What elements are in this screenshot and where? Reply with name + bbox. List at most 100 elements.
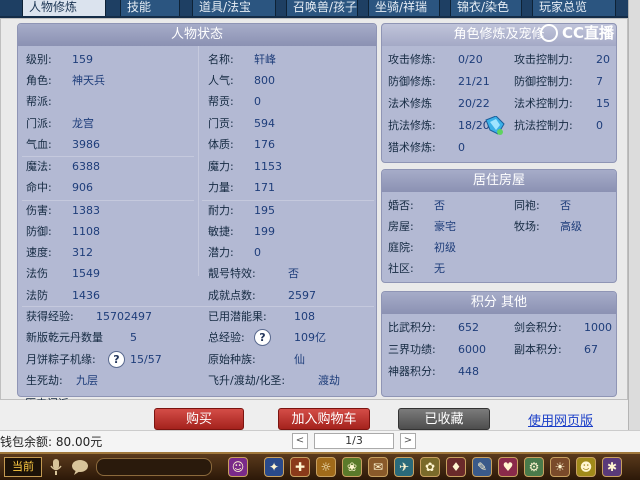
tab-items[interactable]: 道具/法宝: [192, 0, 276, 16]
stat-row: 潜力: 0: [208, 243, 261, 263]
stat-value: 906: [72, 181, 93, 194]
cultivation-label: 防御修炼:: [388, 75, 436, 88]
help-icon[interactable]: ?: [254, 329, 271, 346]
friend-icon[interactable]: ❀: [342, 457, 362, 477]
stat-label: 角色:: [26, 74, 52, 87]
stat-value: 2597: [288, 289, 316, 302]
cultivation-box: 角色修炼及宠修 攻击修炼: 0/20 攻击控制力: 20 防御修炼: 21/21 防御…: [381, 23, 617, 163]
stat-label: 法伤: [26, 267, 48, 280]
current-channel-button[interactable]: 当前: [4, 457, 42, 477]
shop-icon[interactable]: ☀: [550, 457, 570, 477]
mail-icon[interactable]: ✎: [472, 457, 492, 477]
collected-button[interactable]: 已收藏: [398, 408, 490, 430]
housing-value: 无: [434, 262, 445, 275]
stat-value: 195: [254, 204, 275, 217]
gem-icon: [485, 116, 505, 135]
stat-label: 速度:: [26, 246, 52, 259]
points-label: 神器积分:: [388, 365, 436, 378]
pet-icon[interactable]: ☺: [228, 457, 248, 477]
stat-value: 轩峰: [254, 53, 276, 66]
housing-label: 社区:: [388, 262, 414, 275]
race-value: 仙: [294, 353, 305, 366]
bag-icon[interactable]: ✚: [290, 457, 310, 477]
buy-button[interactable]: 购买: [154, 408, 244, 430]
stat-row: 气血: 3986: [26, 135, 100, 155]
wallet-balance: 钱包余额: 80.00元: [0, 435, 103, 449]
control-label: 攻击控制力:: [514, 53, 573, 66]
stat-row: 魔法: 6388: [26, 157, 100, 177]
control-row: 攻击控制力: 20: [514, 50, 610, 70]
points-box: 积分 其他 比武积分: 652 剑会积分: 1000 三界功绩: 6000 副本积分:…: [381, 291, 617, 397]
stat-row: 帮派:: [26, 92, 52, 112]
stat-row: 命中: 906: [26, 178, 93, 198]
skill-icon[interactable]: ✦: [264, 457, 284, 477]
control-value: 15: [596, 97, 610, 110]
stat-value: 龙宫: [72, 117, 94, 130]
cultivation-value: 20/22: [458, 97, 490, 110]
map-icon[interactable]: ✈: [394, 457, 414, 477]
qiankun-row: 新版乾元丹数量 5: [26, 328, 137, 348]
housing-row: 同袍: 否: [514, 196, 571, 216]
housing-value: 高级: [560, 220, 582, 233]
mooncake-row: 月饼粽子机缘:? 15/57: [26, 350, 162, 370]
tab-outfits[interactable]: 锦衣/染色: [450, 0, 522, 16]
control-value: 7: [596, 75, 603, 88]
help-icon[interactable]: ?: [108, 351, 125, 368]
housing-label: 婚否:: [388, 199, 414, 212]
used-potential-label: 已用潜能果:: [208, 310, 267, 323]
exp-row: 获得经验: 15702497: [26, 307, 152, 327]
team-icon[interactable]: ☼: [316, 457, 336, 477]
gift-icon[interactable]: ✿: [420, 457, 440, 477]
points-value: 652: [458, 321, 479, 334]
chat-input[interactable]: [96, 458, 212, 476]
trade-icon[interactable]: ♦: [446, 457, 466, 477]
tab-character-cultivation[interactable]: 人物修炼: [22, 0, 106, 16]
face-icon[interactable]: ☻: [576, 457, 596, 477]
stat-label: 门贡:: [208, 117, 234, 130]
stat-label: 体质:: [208, 138, 234, 151]
tab-label: 召唤兽/孩子: [293, 0, 358, 14]
cultivation-label: 抗法修炼:: [388, 119, 436, 132]
cultivation-value: 0/20: [458, 53, 483, 66]
watermark-text: CC直播: [562, 24, 615, 42]
tab-mounts[interactable]: 坐骑/祥瑞: [368, 0, 440, 16]
settings-icon[interactable]: ✱: [602, 457, 622, 477]
stat-row: 人气: 800: [208, 71, 275, 91]
stat-value: 171: [254, 181, 275, 194]
tab-pets[interactable]: 召唤兽/孩子: [286, 0, 358, 16]
next-page-button[interactable]: >: [400, 433, 416, 449]
stat-value: 0: [254, 95, 261, 108]
prev-page-button[interactable]: <: [292, 433, 308, 449]
scrollbar[interactable]: [628, 0, 640, 436]
add-to-cart-button[interactable]: 加入购物车: [278, 408, 370, 430]
column-divider: [198, 46, 199, 276]
points-value: 448: [458, 365, 479, 378]
points-row: 副本积分: 67: [514, 340, 598, 360]
stat-label: 耐力:: [208, 204, 234, 217]
housing-value: 否: [560, 199, 571, 212]
total-exp-row: 总经验:? 109亿: [208, 328, 326, 348]
system-icon[interactable]: ⚙: [524, 457, 544, 477]
chat-icon[interactable]: [70, 458, 90, 476]
stat-row: 伤害: 1383: [26, 201, 100, 221]
web-version-link[interactable]: 使用网页版: [528, 410, 593, 429]
ascend-label: 飞升/渡劫/化圣:: [208, 374, 286, 387]
microphone-icon[interactable]: [48, 458, 64, 476]
tab-skills[interactable]: 技能: [120, 0, 180, 16]
points-row: 剑会积分: 1000: [514, 318, 612, 338]
stat-label: 成就点数:: [208, 289, 256, 302]
tab-overview[interactable]: 玩家总览: [532, 0, 616, 16]
housing-row: 房屋: 豪宅: [388, 217, 456, 237]
stat-row: 级别: 159: [26, 50, 93, 70]
used-potential-row: 已用潜能果: 108: [208, 307, 315, 327]
pagination: < 1/3 >: [290, 433, 490, 449]
stat-value: 1108: [72, 225, 100, 238]
stat-row: 角色: 神天兵: [26, 71, 105, 91]
housing-row: 婚否: 否: [388, 196, 445, 216]
tab-label: 锦衣/染色: [457, 0, 510, 14]
cultivation-row: 防御修炼: 21/21: [388, 72, 490, 92]
activity-icon[interactable]: ♥: [498, 457, 518, 477]
housing-value: 豪宅: [434, 220, 456, 233]
quest-icon[interactable]: ✉: [368, 457, 388, 477]
stat-row: 门派: 龙宫: [26, 114, 94, 134]
